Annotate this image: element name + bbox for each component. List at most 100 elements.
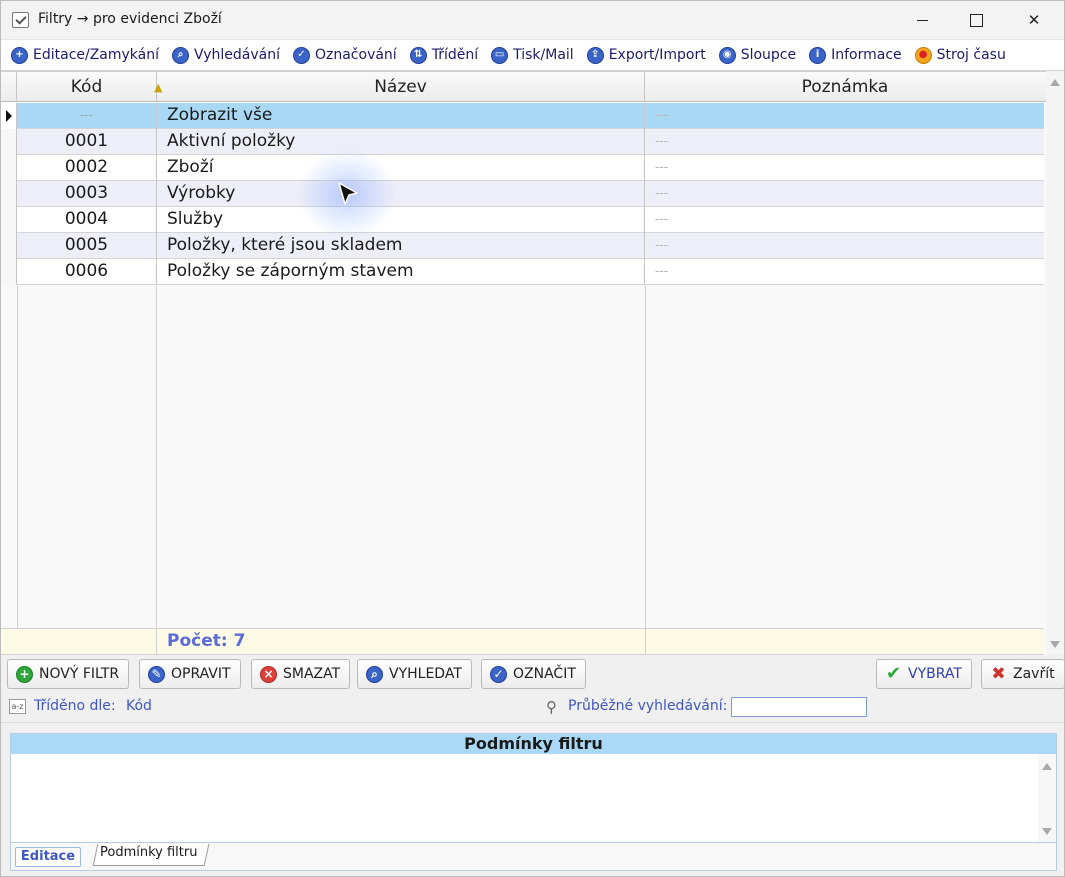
indicator-column-header	[1, 72, 17, 102]
column-label: Název	[374, 77, 427, 97]
cell-kod: 0006	[17, 259, 157, 285]
cell-kod: 0002	[17, 155, 157, 181]
menu-editace[interactable]: + Editace/Zamykání	[11, 46, 160, 64]
table-row[interactable]: 0002 Zboží ---	[1, 155, 1044, 181]
menu-label: Editace/Zamykání	[33, 47, 160, 63]
bottom-tabs: Editace Podmínky filtru	[10, 843, 1057, 871]
table-row[interactable]: 0005 Položky, které jsou skladem ---	[1, 233, 1044, 259]
scroll-down-icon[interactable]	[1042, 828, 1052, 835]
menu-vyhledavani[interactable]: ⌕ Vyhledávání	[172, 46, 280, 64]
cell-poznamka: ---	[655, 238, 668, 252]
menu-informace[interactable]: i Informace	[809, 46, 902, 64]
menu-label: Informace	[831, 47, 902, 63]
column-header-poznamka[interactable]: Poznámka	[645, 72, 1045, 102]
filter-conditions-area: Podmínky filtru Editace Podmínky filtru	[1, 722, 1064, 876]
table-row[interactable]: --- Zobrazit vše ---	[1, 103, 1044, 129]
sort-az-icon: a-z	[9, 699, 26, 714]
menu-label: Třídění	[431, 47, 479, 63]
record-count: Počet: 7	[167, 631, 246, 651]
cell-kod: ---	[17, 103, 157, 129]
incremental-search-input[interactable]	[731, 697, 867, 717]
grid-rows: --- Zobrazit vše --- 0001 Aktivní položk…	[1, 103, 1044, 285]
cell-nazev: Služby	[157, 207, 645, 233]
columns-icon: ◉	[718, 46, 736, 64]
check-icon: ✓	[490, 665, 507, 683]
scroll-up-icon[interactable]	[1050, 79, 1060, 86]
grid-header: Kód ▲ Název Poznámka	[1, 72, 1046, 102]
close-button[interactable]: ✕	[1011, 1, 1057, 39]
menu-toolbar: + Editace/Zamykání ⌕ Vyhledávání ✓ Označová…	[1, 39, 1064, 71]
plus-icon: +	[16, 665, 33, 683]
mark-button[interactable]: ✓ OZNAČIT	[481, 659, 586, 689]
row-indicator	[1, 207, 17, 233]
row-pointer-icon	[6, 110, 12, 122]
search-icon: ⌕	[366, 665, 383, 683]
column-divider	[17, 286, 18, 628]
column-divider	[156, 629, 157, 654]
cell-poznamka: ---	[655, 134, 668, 148]
column-divider	[645, 286, 646, 628]
table-row[interactable]: 0001 Aktivní položky ---	[1, 129, 1044, 155]
menu-sloupce[interactable]: ◉ Sloupce	[718, 46, 796, 64]
filter-grid: Kód ▲ Název Poznámka --- Zobrazit vše ---…	[1, 71, 1046, 655]
cell-nazev: Aktivní položky	[157, 129, 645, 155]
button-label: VYHLEDAT	[389, 666, 462, 682]
button-label: SMAZAT	[283, 666, 341, 682]
cell-poznamka: ---	[655, 186, 668, 200]
row-indicator	[1, 233, 17, 259]
scroll-down-icon[interactable]	[1050, 641, 1060, 648]
column-label: Poznámka	[801, 77, 889, 97]
new-filter-button[interactable]: + NOVÝ FILTR	[7, 659, 130, 689]
menu-label: Tisk/Mail	[513, 47, 574, 63]
grid-scrollbar[interactable]	[1046, 71, 1064, 655]
menu-trideni[interactable]: ⇅ Třídění	[409, 46, 479, 64]
menu-stroj-casu[interactable]: ● Stroj času	[914, 46, 1006, 64]
menu-tisk-mail[interactable]: ▭ Tisk/Mail	[491, 46, 574, 64]
action-bar: + NOVÝ FILTR ✎ OPRAVIT × SMAZAT ⌕ VYHLEDAT ✓…	[1, 655, 1064, 693]
delete-icon: ×	[260, 665, 277, 683]
window-title: Filtry → pro evidenci Zboží	[38, 11, 222, 27]
close-icon: ✖	[991, 663, 1006, 684]
menu-export-import[interactable]: ⇪ Export/Import	[586, 46, 706, 64]
delete-button[interactable]: × SMAZAT	[251, 659, 351, 689]
mouse-cursor-icon	[338, 182, 358, 205]
table-row[interactable]: 0004 Služby ---	[1, 207, 1044, 233]
status-row: a-z Tříděno dle: Kód ⚲ Průběžné vyhledáv…	[1, 693, 1064, 721]
tab-podminky-filtru[interactable]: Podmínky filtru	[100, 845, 197, 860]
select-button[interactable]: ✔ VYBRAT	[876, 659, 972, 689]
close-dialog-button[interactable]: ✖ Zavřít	[981, 659, 1064, 689]
minimize-button[interactable]	[899, 1, 945, 39]
scroll-up-icon[interactable]	[1042, 763, 1052, 770]
row-indicator	[1, 129, 17, 155]
row-indicator	[1, 155, 17, 181]
edit-button[interactable]: ✎ OPRAVIT	[139, 659, 241, 689]
row-indicator	[1, 103, 17, 129]
filter-conditions-text[interactable]	[11, 754, 1038, 842]
cell-nazev: Zobrazit vše	[157, 103, 645, 129]
column-header-nazev[interactable]: Název	[157, 72, 645, 102]
export-icon: ⇪	[586, 46, 604, 64]
cell-poznamka: ---	[655, 212, 668, 226]
search-button[interactable]: ⌕ VYHLEDAT	[357, 659, 472, 689]
info-icon: i	[809, 46, 827, 64]
cell-kod: 0004	[17, 207, 157, 233]
magnifier-icon: ⚲	[546, 698, 557, 716]
incremental-search-label: Průběžné vyhledávání:	[568, 698, 728, 714]
app-icon	[12, 12, 29, 28]
tab-editace[interactable]: Editace	[15, 847, 81, 867]
table-row[interactable]: 0006 Položky se záporným stavem ---	[1, 259, 1044, 285]
table-row[interactable]: 0003 Výrobky ---	[1, 181, 1044, 207]
menu-label: Vyhledávání	[194, 47, 280, 63]
filter-conditions-title: Podmínky filtru	[11, 734, 1056, 754]
menu-label: Označování	[314, 47, 397, 63]
button-label: VYBRAT	[908, 666, 962, 682]
conditions-scrollbar[interactable]	[1038, 754, 1056, 842]
menu-oznacovani[interactable]: ✓ Označování	[292, 46, 397, 64]
column-header-kod[interactable]: Kód ▲	[17, 72, 162, 102]
print-icon: ▭	[491, 46, 509, 64]
button-label: NOVÝ FILTR	[39, 666, 120, 682]
button-label: OPRAVIT	[171, 666, 231, 682]
cell-kod: 0001	[17, 129, 157, 155]
maximize-button[interactable]	[953, 1, 999, 39]
column-divider	[645, 629, 646, 654]
